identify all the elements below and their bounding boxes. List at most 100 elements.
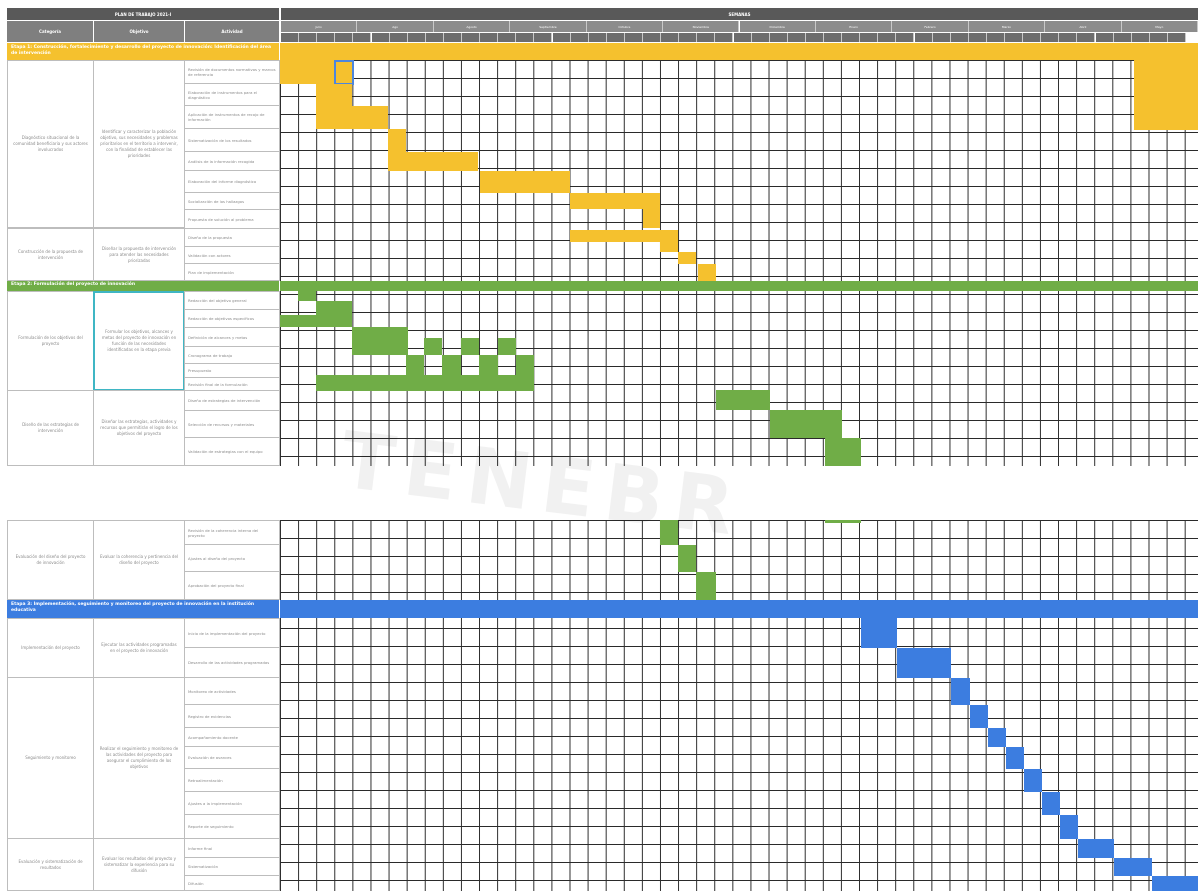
- week-header-cell: [860, 33, 879, 42]
- activity: Acompañamiento docente: [184, 727, 280, 747]
- week-header-cell: [1113, 33, 1132, 42]
- group-objective: Formular los objetivos, alcances y metas…: [93, 291, 185, 391]
- week-header-cell: [1005, 33, 1024, 42]
- month-header: Agosto: [433, 21, 511, 32]
- week-header-cell: [317, 33, 336, 42]
- week-header-cell: [805, 33, 824, 42]
- activity: Difusión: [184, 875, 280, 891]
- selected-cell: [334, 60, 354, 85]
- task-block: [298, 291, 316, 301]
- task-block: [461, 338, 479, 355]
- task-block: [479, 355, 498, 375]
- activity: Validación con actores: [184, 246, 280, 264]
- activity: Diseño de estrategias de intervención: [184, 390, 280, 411]
- week-header-cell: [932, 33, 951, 42]
- task-block: [643, 209, 660, 228]
- week-header-cell: [335, 33, 354, 42]
- task-block: [388, 152, 478, 171]
- activity: Presupuesto: [184, 363, 280, 378]
- week-header-cell: [299, 33, 318, 42]
- week-header-cell: [606, 33, 625, 42]
- task-block: [570, 230, 678, 242]
- stage-1-bar-timeline: [280, 43, 1198, 60]
- week-header-cell: [842, 33, 861, 42]
- week-header-cell: [570, 33, 589, 42]
- week-header-cell: [462, 33, 481, 42]
- activity: Informe final: [184, 838, 280, 858]
- activity: Evaluación de avances: [184, 746, 280, 769]
- month-header: Noviembre: [663, 21, 740, 32]
- task-block: [951, 678, 970, 705]
- week-header-cell: [968, 33, 987, 42]
- week-header-cell: [480, 33, 499, 42]
- activity: Revisión de la coherencia interna del pr…: [184, 520, 280, 545]
- group-title: Formulación de los objetivos del proyect…: [7, 291, 94, 391]
- task-block: [988, 728, 1006, 747]
- week-header-cell: [353, 33, 372, 42]
- activity: Propuesta de solución al problema: [184, 209, 280, 229]
- activity: Plan de implementación: [184, 263, 280, 281]
- activity: Análisis de la información recogida: [184, 151, 280, 171]
- task-block: [498, 338, 516, 355]
- month-header: Febrero: [892, 21, 969, 32]
- task-block: [1078, 839, 1114, 858]
- week-header-cell: [1023, 33, 1042, 42]
- week-header-cell: [1095, 33, 1114, 42]
- group-objective: Ejecutar las actividades programadas en …: [93, 618, 185, 678]
- task-block: [1024, 769, 1042, 792]
- task-block: [316, 375, 534, 391]
- task-block: [352, 327, 408, 355]
- group-objective: Identificar y caracterizar la población …: [93, 60, 185, 228]
- week-header-cell: [1059, 33, 1078, 42]
- activity: Retroalimentación: [184, 768, 280, 792]
- activity: Redacción de objetivos específicos: [184, 309, 280, 328]
- task-block: [406, 355, 424, 375]
- week-header-cell: [552, 33, 571, 42]
- task-block: [825, 520, 861, 523]
- stage-3-bar: Etapa 3: Implementación, seguimiento y m…: [7, 600, 279, 618]
- week-header-cell: [733, 33, 752, 42]
- week-header-cell: [787, 33, 806, 42]
- task-block: [516, 355, 534, 375]
- activity: Sistematización de los resultados: [184, 128, 280, 152]
- group-objective: Evaluar la coherencia y pertinencia del …: [93, 520, 185, 600]
- task-block: [861, 618, 897, 648]
- task-block: [696, 572, 716, 600]
- week-header-cell: [661, 33, 680, 42]
- activity: Revisión de documentos normativos y marc…: [184, 60, 280, 84]
- week-header-cell: [986, 33, 1005, 42]
- group-title: Seguimiento y monitoreo: [7, 677, 94, 839]
- task-block: [970, 705, 988, 728]
- task-block: [388, 129, 406, 152]
- task-block: [1060, 815, 1078, 839]
- activity: Monitoreo de actividades: [184, 677, 280, 705]
- group-title: Construcción de la propuesta de interven…: [7, 228, 94, 281]
- activity: Registro de evidencias: [184, 704, 280, 728]
- stage-3-bar-timeline: [280, 600, 1198, 618]
- week-header-cell: [878, 33, 897, 42]
- month-header: Mayo: [1121, 21, 1198, 32]
- week-header-cell: [914, 33, 933, 42]
- week-header-cell: [425, 33, 444, 42]
- activity: Inicio de la implementación del proyecto: [184, 618, 280, 648]
- task-block: [897, 648, 951, 678]
- group-title: Evaluación del diseño del proyecto de in…: [7, 520, 94, 600]
- group-title: Diagnóstico situacional de la comunidad …: [7, 60, 94, 228]
- task-block: [442, 355, 461, 375]
- month-header: Abril: [1045, 21, 1122, 32]
- task-block: [660, 242, 678, 252]
- week-header-cell: [697, 33, 716, 42]
- stage-2-bar-timeline: [280, 281, 1198, 291]
- week-header-cell: [715, 33, 734, 42]
- week-header-cell: [371, 33, 390, 42]
- week-header-cell: [443, 33, 462, 42]
- week-header-cell: [1077, 33, 1096, 42]
- week-header-cell: [824, 33, 843, 42]
- weeks-title: SEMANAS: [281, 8, 1198, 20]
- task-block: [698, 264, 716, 281]
- group-title: Diseño de las estrategias de intervenció…: [7, 390, 94, 466]
- week-header-cell: [498, 33, 517, 42]
- month-header: Ago: [357, 21, 434, 32]
- task-block: [424, 338, 442, 355]
- activity: Selección de recursos y materiales: [184, 410, 280, 438]
